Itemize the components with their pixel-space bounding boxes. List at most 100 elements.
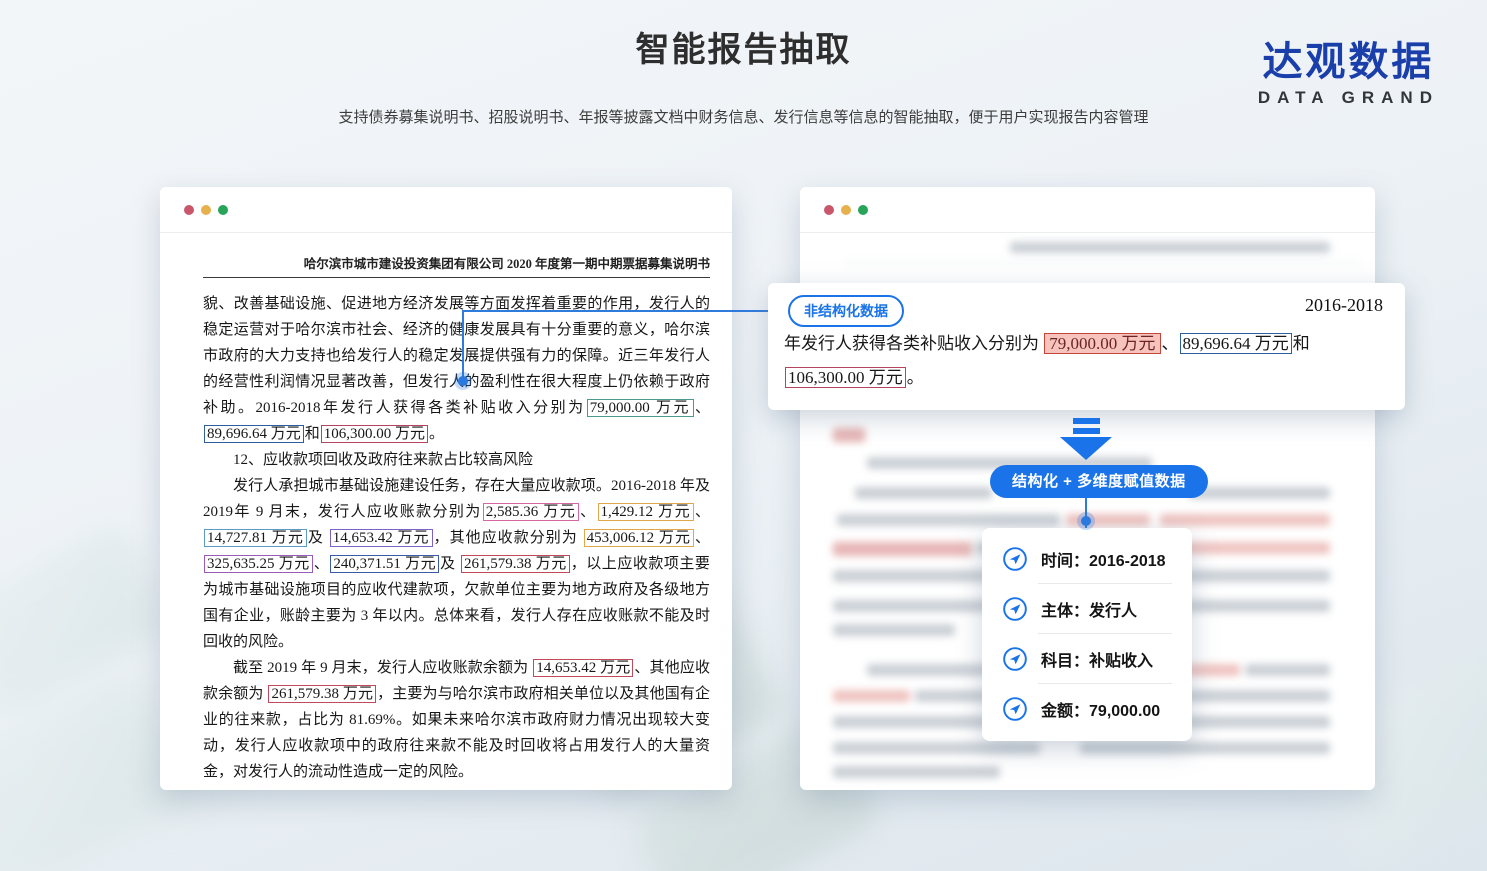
blurred-rule <box>845 262 1360 263</box>
blurred-text-line <box>833 624 955 636</box>
field-value: 补贴收入 <box>1089 653 1153 670</box>
page: 智能报告抽取 支持债券募集说明书、招股说明书、年报等披露文档中财务信息、发行信息… <box>0 0 1487 871</box>
annotated-value: 261,579.38 万元 <box>461 555 570 573</box>
window-dot-yellow-icon <box>841 205 851 215</box>
window-dot-green-icon <box>218 205 228 215</box>
document-window-left: 哈尔滨市城市建设投资集团有限公司 2020 年度第一期中期票据募集说明书 貌、改… <box>160 187 732 790</box>
send-icon <box>1002 596 1028 622</box>
annotated-value: 14,653.42 万元 <box>533 659 633 677</box>
annotated-value: 1,429.12 万元 <box>598 503 694 521</box>
structured-data-button[interactable]: 结构化 + 多维度赋值数据 <box>990 465 1208 498</box>
text-run: 。 <box>907 368 924 387</box>
document-section-heading: 12、应收款项回收及政府往来款占比较高风险 <box>203 447 710 473</box>
document-paragraph: 发行人承担城市基础设施建设任务，存在大量应收款项。2016-2018 年及 20… <box>203 473 710 655</box>
blurred-text-line <box>1245 664 1330 676</box>
text-run: 12、应收款项回收及政府往来款占比较高风险 <box>233 452 533 468</box>
blurred-text-line <box>833 742 1040 754</box>
text-run: 、 <box>1162 334 1179 353</box>
text-run: 、 <box>695 530 710 546</box>
brand-logo: 达观数据 DATA GRAND <box>1258 40 1439 108</box>
annotated-value: 79,000.00 万元 <box>587 399 694 417</box>
background-shape <box>0 520 176 720</box>
text-run: ，其他应收款分别为 <box>434 530 583 546</box>
field-value: 2016-2018 <box>1089 553 1166 570</box>
text-run: 年发行人获得各类补贴收入分别为 <box>784 334 1043 353</box>
result-field: 金额：79,000.00 <box>1041 697 1160 721</box>
extracted-sentence: 年发行人获得各类补贴收入分别为 79,000.00 万元、89,696.64 万… <box>784 327 1390 395</box>
send-icon <box>1002 696 1028 722</box>
blurred-highlight <box>1160 514 1330 526</box>
text-run: 、 <box>314 556 330 572</box>
annotated-value: 453,006.12 万元 <box>584 529 694 547</box>
document-body: 哈尔滨市城市建设投资集团有限公司 2020 年度第一期中期票据募集说明书 貌、改… <box>160 233 732 785</box>
document-paragraph: 貌、改善基础设施、促进地方经济发展等方面发挥着重要的作用，发行人的稳定运营对于哈… <box>203 291 710 447</box>
field-label: 时间： <box>1041 553 1089 570</box>
text-run: 、 <box>695 400 710 416</box>
result-row-subject: 主体：发行人 <box>982 584 1192 633</box>
result-field: 科目：补贴收入 <box>1041 647 1153 671</box>
annotated-value: 79,000.00 万元 <box>1044 333 1160 354</box>
send-icon <box>1002 546 1028 572</box>
window-titlebar <box>160 187 732 233</box>
connector-line-vertical <box>462 310 464 378</box>
document-header-rule <box>203 277 710 278</box>
result-row-account: 科目：补贴收入 <box>982 634 1192 683</box>
blurred-text-line <box>1080 742 1330 754</box>
window-dot-red-icon <box>824 205 834 215</box>
blurred-text-line <box>1189 487 1330 499</box>
field-value: 79,000.00 <box>1089 703 1160 720</box>
blurred-text-line <box>837 514 1060 526</box>
field-label: 主体： <box>1041 603 1089 620</box>
window-dot-red-icon <box>184 205 194 215</box>
text-run: 截至 2019 年 9 月末，发行人应收账款余额为 <box>233 660 532 676</box>
annotated-value: 261,579.38 万元 <box>268 685 376 703</box>
period-label: 2016-2018 <box>1305 295 1383 316</box>
page-subtitle: 支持债券募集说明书、招股说明书、年报等披露文档中财务信息、发行信息等信息的智能抽… <box>0 106 1487 127</box>
result-field: 主体：发行人 <box>1041 597 1137 621</box>
blurred-text-line <box>833 766 1000 778</box>
connector-anchor-dot <box>454 372 472 390</box>
text-run: 和 <box>1293 334 1310 353</box>
down-arrow-icon <box>1073 418 1100 424</box>
unstructured-data-badge[interactable]: 非结构化数据 <box>788 295 904 327</box>
annotated-value: 89,696.64 万元 <box>204 425 304 443</box>
document-paragraph: 截至 2019 年 9 月末，发行人应收账款余额为 14,653.42 万元、其… <box>203 655 710 785</box>
down-arrow-icon <box>1073 428 1100 434</box>
structured-result-card: 时间：2016-2018 主体：发行人 科目：补贴收入 金额：79,000.00 <box>982 528 1192 741</box>
annotated-value: 89,696.64 万元 <box>1180 333 1292 354</box>
field-value: 发行人 <box>1089 603 1137 620</box>
text-run: 。 <box>429 426 444 442</box>
annotated-value: 14,727.81 万元 <box>204 529 307 547</box>
text-run: 、 <box>580 504 596 520</box>
down-arrow-icon <box>1060 437 1112 460</box>
field-label: 科目： <box>1041 653 1089 670</box>
text-run: 和 <box>305 426 320 442</box>
annotated-value: 14,653.42 万元 <box>330 529 433 547</box>
document-header: 哈尔滨市城市建设投资集团有限公司 2020 年度第一期中期票据募集说明书 <box>203 253 710 272</box>
result-row-time: 时间：2016-2018 <box>982 534 1192 583</box>
blurred-highlight <box>833 690 910 702</box>
blurred-highlight <box>833 428 865 442</box>
text-run: 及 <box>308 530 329 546</box>
annotated-value: 106,300.00 万元 <box>785 367 906 388</box>
window-dot-yellow-icon <box>201 205 211 215</box>
text-run: 貌、改善基础设施、促进地方经济发展等方面发挥着重要的作用，发行人的稳定运营对于哈… <box>203 296 710 416</box>
text-run: 及 <box>440 556 460 572</box>
text-run: 、 <box>695 504 710 520</box>
connector-anchor-dot <box>1077 512 1095 530</box>
unstructured-data-card: 非结构化数据 2016-2018 年发行人获得各类补贴收入分别为 79,000.… <box>768 283 1405 410</box>
connector-line-horizontal <box>462 310 790 312</box>
window-titlebar <box>800 187 1375 233</box>
send-icon <box>1002 646 1028 672</box>
annotated-value: 240,371.51 万元 <box>330 555 439 573</box>
annotated-value: 325,635.25 万元 <box>204 555 313 573</box>
window-dot-green-icon <box>858 205 868 215</box>
blurred-text-line <box>855 487 992 499</box>
brand-logo-en: DATA GRAND <box>1258 88 1439 108</box>
blurred-highlight <box>833 542 972 556</box>
result-row-amount: 金额：79,000.00 <box>982 684 1192 733</box>
result-field: 时间：2016-2018 <box>1041 547 1166 571</box>
brand-logo-cn: 达观数据 <box>1258 40 1439 84</box>
annotated-value: 106,300.00 万元 <box>321 425 428 443</box>
blurred-text-line <box>1010 242 1330 253</box>
